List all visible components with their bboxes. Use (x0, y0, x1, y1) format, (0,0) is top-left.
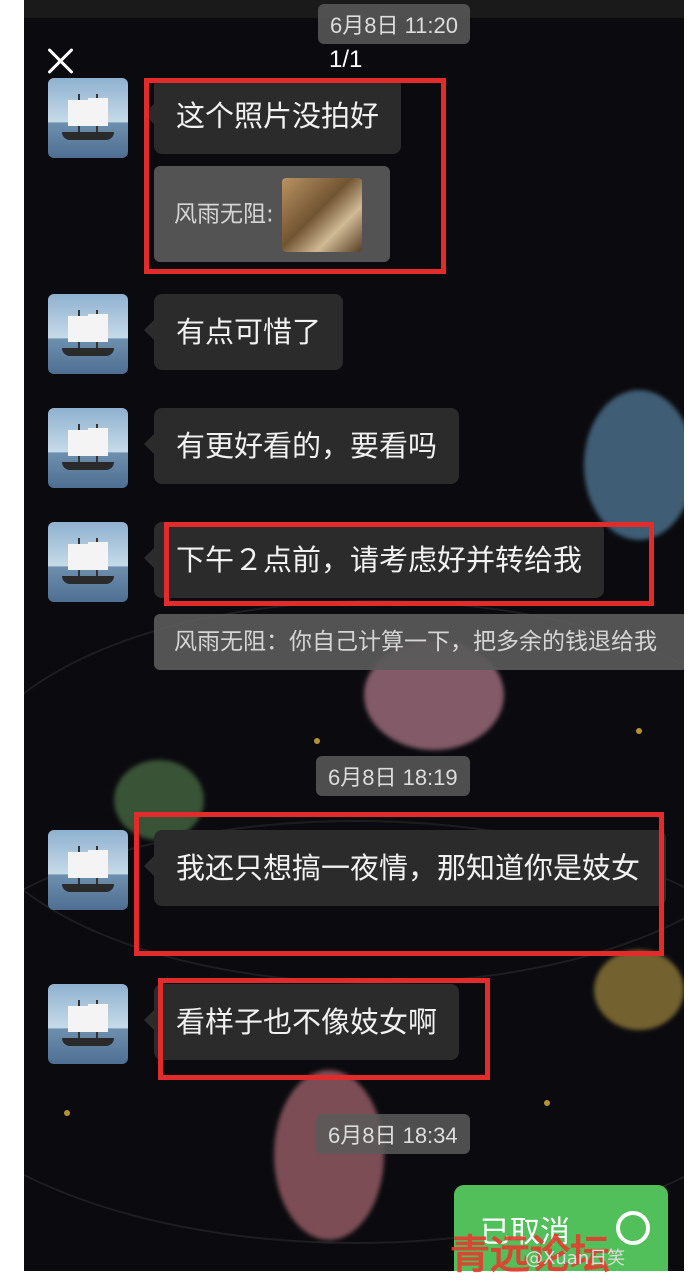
sparkle-dot (544, 1100, 550, 1106)
sparkle-dot (636, 728, 642, 734)
message-bubble[interactable]: 看样子也不像妓女啊 (143, 984, 460, 1060)
avatar[interactable] (48, 830, 128, 910)
ship-icon (62, 1038, 114, 1046)
ship-icon (68, 852, 90, 878)
ship-icon (62, 348, 114, 356)
ship-icon (62, 884, 114, 892)
avatar[interactable] (48, 522, 128, 602)
sparkle-dot (314, 738, 320, 744)
avatar[interactable] (48, 78, 128, 158)
phone-icon (616, 1211, 650, 1245)
message-bubble[interactable]: 有点可惜了 (143, 294, 344, 370)
ship-icon (68, 100, 90, 126)
ship-icon (68, 316, 90, 342)
ship-icon (88, 98, 108, 126)
ship-icon (88, 850, 108, 878)
close-icon[interactable] (42, 42, 80, 80)
ship-icon (88, 314, 108, 342)
avatar[interactable] (48, 984, 128, 1064)
message-bubble[interactable]: 我还只想搞一夜情，那知道你是妓女 (144, 830, 666, 906)
ship-icon (62, 132, 114, 140)
quoted-photo-thumbnail[interactable] (281, 178, 362, 252)
ship-icon (62, 462, 114, 470)
avatar[interactable] (48, 294, 128, 374)
sparkle-dot (64, 1110, 70, 1116)
ship-icon (68, 430, 90, 456)
top-timestamp: 6月8日 11:20 (318, 4, 471, 44)
ship-icon (68, 1006, 90, 1032)
watermark-handle: @Xuan日笑 (525, 1248, 626, 1269)
timestamp: 6月8日 18:19 (316, 756, 470, 796)
timestamp: 6月8日 18:34 (316, 1114, 470, 1154)
message-bubble[interactable]: 有更好看的，要看吗 (143, 408, 460, 484)
chat-screen: 6月8日 11:20 1/1 这个照片没拍好 风雨无阻: 有点可惜了 有更好看的… (24, 0, 684, 1271)
ship-icon (88, 542, 108, 570)
quoted-image-message[interactable]: 风雨无阻: (154, 166, 390, 262)
quoted-text-message[interactable]: 风雨无阻：你自己计算一下，把多余的钱退给我 (154, 614, 684, 670)
message-bubble[interactable]: 这个照片没拍好 (143, 78, 402, 154)
ship-icon (88, 1004, 108, 1032)
ship-icon (62, 576, 114, 584)
page-counter: 1/1 (329, 46, 363, 73)
sticker-decoration (584, 390, 684, 540)
avatar[interactable] (48, 408, 128, 488)
quote-sender: 风雨无阻: (174, 201, 274, 228)
message-bubble[interactable]: 下午２点前，请考虑好并转给我 (143, 522, 605, 598)
ship-icon (68, 544, 90, 570)
ship-icon (88, 428, 108, 456)
